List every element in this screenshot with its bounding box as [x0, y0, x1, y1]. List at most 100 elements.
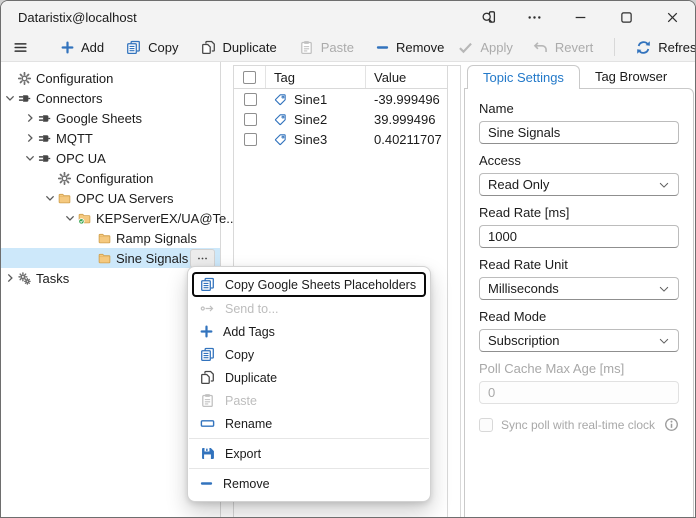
poll-cache-field — [479, 381, 679, 404]
column-header-tag-label: Tag — [274, 69, 295, 85]
settings-panel: Topic Settings Tag Browser Name Access R… — [464, 65, 694, 517]
paste-button[interactable]: Paste — [292, 35, 361, 59]
column-header-value[interactable]: Value — [366, 66, 448, 88]
tree-item-google-sheets[interactable]: Google Sheets — [1, 108, 220, 128]
chevron-down-icon[interactable] — [63, 211, 77, 225]
menu-item-label: Export — [225, 446, 262, 461]
maximize-icon — [620, 11, 633, 24]
row-checkbox[interactable] — [243, 132, 257, 146]
tree-item-sine-signals[interactable]: Sine Signals — [1, 248, 220, 268]
remove-button[interactable]: Remove — [369, 35, 451, 59]
menu-item-label: Copy Google Sheets Placeholders — [225, 277, 417, 292]
minimize-button[interactable] — [557, 1, 603, 33]
paste-icon — [299, 40, 314, 55]
read-mode-label: Read Mode — [479, 309, 547, 324]
chevron-down-icon — [658, 283, 670, 295]
hamburger-menu-icon[interactable] — [13, 40, 28, 55]
access-select[interactable]: Read Only — [479, 173, 679, 196]
menu-item-copy-google-sheets-placeholders[interactable]: Copy Google Sheets Placeholders — [192, 272, 426, 297]
tree-item-opc-ua-servers[interactable]: OPC UA Servers — [1, 188, 220, 208]
tree-item-more-button[interactable] — [190, 248, 215, 268]
read-rate-unit-select[interactable]: Milliseconds — [479, 277, 679, 300]
menu-item-copy[interactable]: Copy — [192, 343, 426, 366]
name-field[interactable] — [479, 121, 679, 144]
chevron-right-icon[interactable] — [23, 131, 37, 145]
connector-plug-icon — [18, 92, 31, 105]
minimize-icon — [574, 11, 587, 24]
panel-tabs: Topic Settings Tag Browser — [464, 65, 694, 89]
send-to-icon — [200, 301, 215, 316]
revert-button-label: Revert — [554, 39, 594, 55]
chevron-down-icon[interactable] — [23, 151, 37, 165]
tab-topic-settings[interactable]: Topic Settings — [467, 65, 580, 89]
menu-item-remove[interactable]: Remove — [192, 472, 426, 495]
refresh-button[interactable]: Refresh — [629, 35, 695, 59]
read-rate-field[interactable] — [479, 225, 679, 248]
menu-item-send-to[interactable]: Send to... — [192, 297, 426, 320]
close-button[interactable] — [649, 1, 695, 33]
chevron-right-icon[interactable] — [23, 111, 37, 125]
duplicate-button[interactable]: Duplicate — [194, 35, 284, 59]
sync-poll-checkbox — [479, 417, 493, 432]
tree-item-ramp-signals[interactable]: Ramp Signals — [1, 228, 220, 248]
menu-item-rename[interactable]: Rename — [192, 412, 426, 435]
apply-button[interactable]: Apply — [451, 35, 520, 59]
read-mode-select[interactable]: Subscription — [479, 329, 679, 352]
chevron-down-icon — [658, 335, 670, 347]
menu-item-add-tags[interactable]: Add Tags — [192, 320, 426, 343]
poll-cache-label: Poll Cache Max Age [ms] — [479, 361, 625, 376]
window-controls — [465, 1, 695, 33]
add-button[interactable]: Add — [54, 35, 111, 59]
export-floppy-icon — [200, 446, 215, 461]
table-row[interactable]: Sine2 39.999496 — [234, 109, 448, 129]
main-content: Configuration Connectors Google Sheets M… — [1, 62, 695, 517]
tree-item-label: KEPServerEX/UA@Te... — [96, 210, 238, 226]
find-in-window-button[interactable] — [465, 1, 511, 33]
tag-name: Sine2 — [294, 111, 328, 127]
chevron-right-icon[interactable] — [3, 271, 17, 285]
maximize-button[interactable] — [603, 1, 649, 33]
menu-item-paste[interactable]: Paste — [192, 389, 426, 412]
tree-item-kepserverex[interactable]: KEPServerEX/UA@Te... — [1, 208, 237, 228]
copy-button[interactable]: Copy — [119, 35, 185, 59]
table-row[interactable]: Sine3 0.40211707 — [234, 129, 448, 149]
tree-item-configuration[interactable]: Configuration — [1, 68, 220, 88]
tree-item-connectors[interactable]: Connectors — [1, 88, 220, 108]
row-checkbox[interactable] — [243, 112, 257, 126]
window-title: Dataristix@localhost — [18, 9, 137, 25]
tree-item-mqtt[interactable]: MQTT — [1, 128, 220, 148]
menu-item-duplicate[interactable]: Duplicate — [192, 366, 426, 389]
menu-separator — [189, 468, 430, 469]
select-all-checkbox[interactable] — [243, 70, 256, 84]
folder-icon — [98, 232, 111, 245]
minus-icon — [376, 41, 389, 54]
menu-item-label: Copy — [225, 347, 255, 362]
chevron-down-icon[interactable] — [43, 191, 57, 205]
toolbar: Add Copy Duplicate Paste Remove Apply Re… — [1, 33, 695, 62]
row-checkbox[interactable] — [243, 92, 257, 106]
toolbar-right-group: Apply Revert Refresh — [451, 35, 695, 59]
see-more-button[interactable] — [511, 1, 557, 33]
tree-item-opc-ua[interactable]: OPC UA — [1, 148, 220, 168]
tag-name: Sine1 — [294, 91, 328, 107]
tab-tag-browser[interactable]: Tag Browser — [580, 65, 682, 89]
toolbar-divider — [614, 38, 616, 56]
ellipsis-icon — [197, 253, 208, 264]
access-label: Access — [479, 153, 521, 168]
column-header-tag[interactable]: Tag — [266, 66, 366, 88]
more-icon — [527, 10, 542, 25]
duplicate-icon — [201, 40, 216, 55]
tree-item-label: Google Sheets — [56, 110, 143, 126]
table-scrollbar[interactable] — [447, 66, 460, 517]
menu-item-export[interactable]: Export — [192, 442, 426, 465]
copy-button-label: Copy — [148, 39, 179, 55]
tag-value: 39.999496 — [374, 111, 436, 127]
revert-button[interactable]: Revert — [526, 35, 600, 59]
tree-item-label: MQTT — [56, 130, 93, 146]
tag-name: Sine3 — [294, 131, 328, 147]
table-row[interactable]: Sine1 -39.999496 — [234, 89, 448, 109]
tree-item-opc-ua-configuration[interactable]: Configuration — [1, 168, 220, 188]
copy-icon — [200, 277, 215, 292]
chevron-down-icon[interactable] — [3, 91, 17, 105]
tree-item-label: OPC UA Servers — [76, 190, 174, 206]
